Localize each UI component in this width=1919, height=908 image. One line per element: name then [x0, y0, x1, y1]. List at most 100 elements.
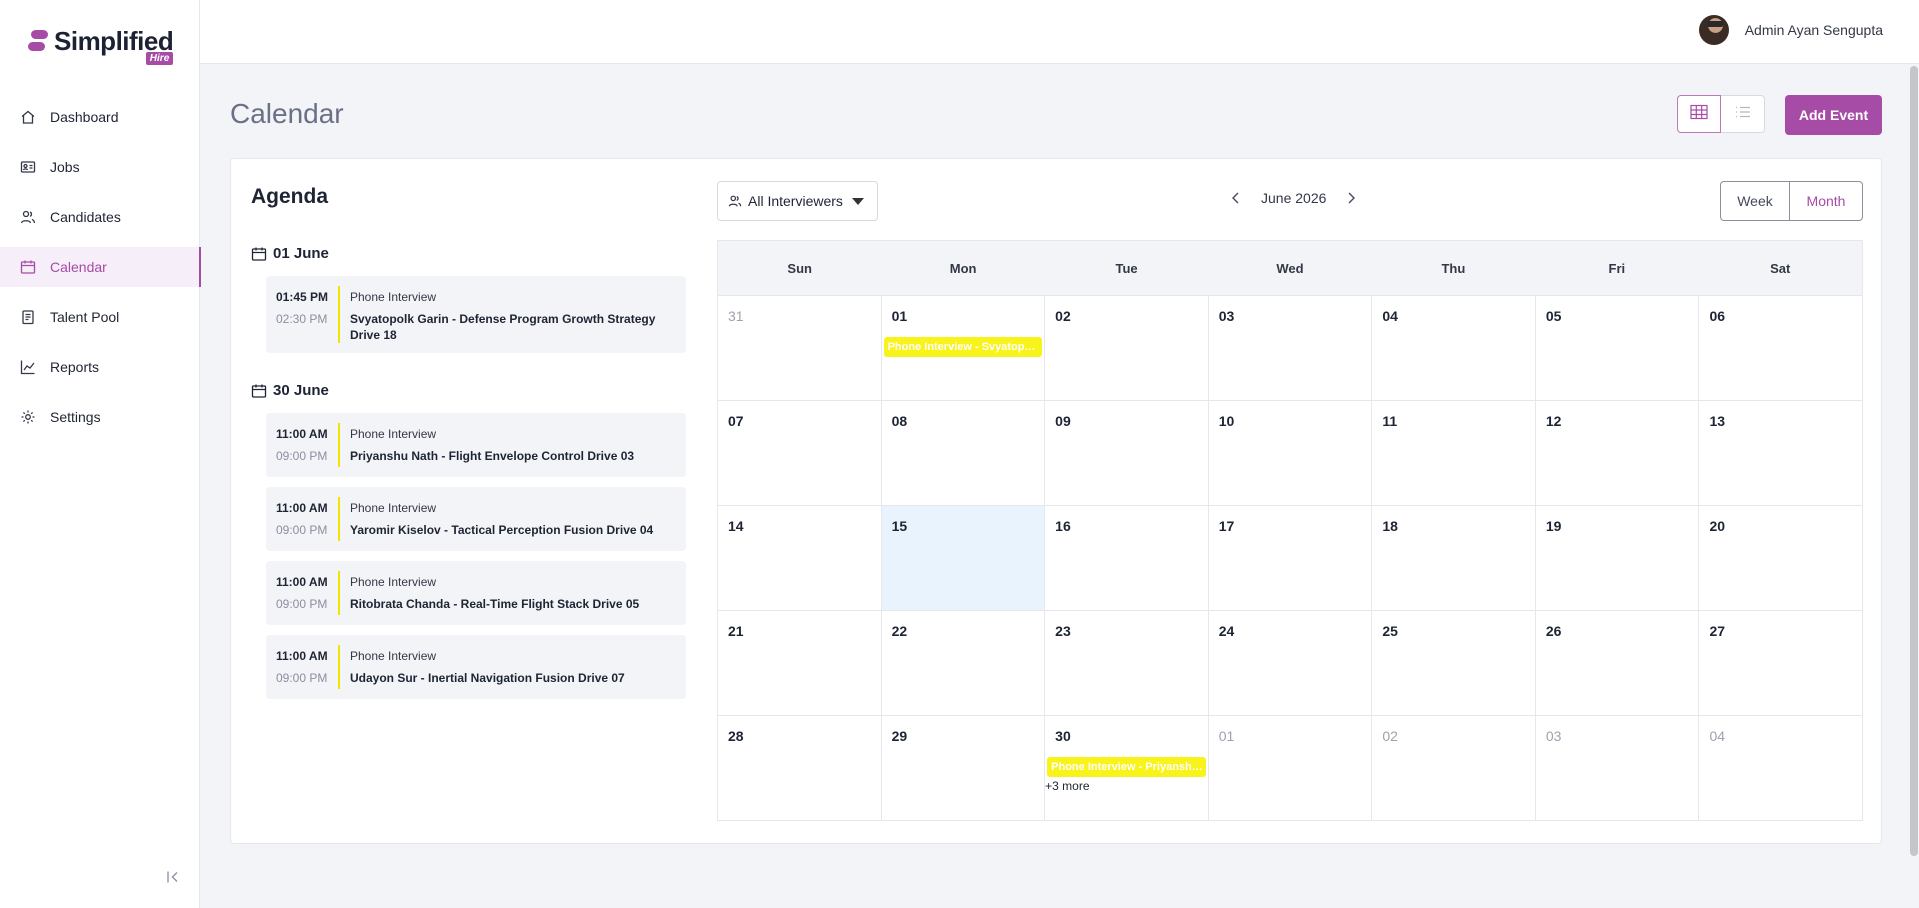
calendar-icon [19, 258, 37, 276]
day-number: 09 [1055, 413, 1071, 429]
agenda-item[interactable]: 11:00 AM 09:00 PM Phone Interview Ritobr… [266, 561, 686, 625]
week-row: 21 22 23 24 25 26 27 [718, 610, 1862, 715]
week-row: 28 29 30 Phone Interview - Priyanshu Nath +3… [718, 715, 1862, 820]
agenda-body: Phone Interview Svyatopolk Garin - Defen… [350, 286, 686, 343]
day-cell[interactable]: 30 Phone Interview - Priyanshu Nath +3 mor… [1044, 716, 1208, 820]
month-view-button[interactable]: Month [1790, 181, 1863, 221]
sidebar-item-settings[interactable]: Settings [0, 397, 200, 437]
interviewer-filter-label: All Interviewers [748, 193, 843, 209]
day-cell[interactable]: 19 [1534, 506, 1699, 610]
day-cell[interactable]: 26 [1534, 611, 1699, 715]
agenda-item[interactable]: 11:00 AM 09:00 PM Phone Interview Udayon… [266, 635, 686, 699]
day-cell[interactable]: 24 [1207, 611, 1372, 715]
agenda-body: Phone Interview Yaromir Kiselov - Tactic… [350, 497, 686, 541]
day-number: 15 [891, 518, 908, 534]
day-number: 01 [891, 308, 908, 324]
end-time: 09:00 PM [276, 523, 328, 537]
day-number: 13 [1709, 413, 1726, 429]
sidebar-item-jobs[interactable]: Jobs [0, 147, 200, 187]
event-title: Yaromir Kiselov - Tactical Perception Fu… [350, 523, 654, 537]
weekday-label: Tue [1115, 260, 1138, 276]
brand-logo[interactable]: Simplified Hire [28, 26, 174, 66]
day-cell[interactable]: 18 [1371, 506, 1535, 610]
agenda-body: Phone Interview Ritobrata Chanda - Real-… [350, 571, 686, 615]
day-cell[interactable]: 16 [1044, 506, 1208, 610]
user-menu[interactable]: Admin Ayan Sengupta [1698, 15, 1883, 45]
day-number: 17 [1218, 518, 1235, 534]
day-cell[interactable]: 22 [880, 611, 1045, 715]
weekday-label: Wed [1276, 260, 1304, 276]
day-cell[interactable]: 02 [1371, 716, 1535, 820]
event-chip[interactable]: Phone Interview - Priyanshu Nath [1047, 757, 1206, 777]
brand-tag: Hire [145, 52, 174, 65]
day-number: 14 [728, 518, 744, 534]
day-cell[interactable]: 31 [718, 296, 881, 400]
day-cell[interactable]: 01 [1207, 716, 1372, 820]
sidebar-nav: Dashboard Jobs Candidates Calendar Talen… [0, 97, 201, 447]
day-cell[interactable]: 03 [1534, 716, 1699, 820]
day-cell[interactable]: 09 [1044, 401, 1208, 505]
day-cell[interactable]: 14 [718, 506, 881, 610]
previous-month-icon[interactable] [1225, 187, 1247, 209]
next-month-icon[interactable] [1340, 187, 1362, 209]
day-cell[interactable]: 04 [1371, 296, 1535, 400]
day-number: 08 [891, 413, 908, 429]
calendar-card: Agenda 01 June 01:45 PM 02:30 PM Phone I… [230, 158, 1882, 844]
day-cell[interactable]: 08 [880, 401, 1045, 505]
day-cell[interactable]: 23 [1044, 611, 1208, 715]
day-number: 10 [1218, 413, 1235, 429]
interviewer-filter-dropdown[interactable]: All Interviewers [717, 181, 878, 221]
day-cell[interactable]: 05 [1534, 296, 1699, 400]
list-view-button[interactable] [1721, 95, 1765, 133]
agenda-item[interactable]: 11:00 AM 09:00 PM Phone Interview Priyan… [266, 413, 686, 477]
day-cell[interactable]: 27 [1698, 611, 1862, 715]
view-toggle [1677, 95, 1765, 133]
day-cell[interactable]: 06 [1698, 296, 1862, 400]
sidebar-item-dashboard[interactable]: Dashboard [0, 97, 200, 137]
day-cell[interactable]: 12 [1534, 401, 1699, 505]
sidebar-item-reports[interactable]: Reports [0, 347, 200, 387]
day-cell[interactable]: 28 [718, 716, 881, 820]
sidebar-item-calendar[interactable]: Calendar [0, 247, 201, 287]
event-chip[interactable]: Phone Interview - Svyatopolk Garin [883, 337, 1043, 357]
day-cell[interactable]: 17 [1207, 506, 1372, 610]
page-title: Calendar [230, 98, 344, 129]
day-cell[interactable]: 04 [1698, 716, 1862, 820]
day-cell[interactable]: 03 [1207, 296, 1372, 400]
agenda-item[interactable]: 01:45 PM 02:30 PM Phone Interview Svyato… [266, 276, 686, 353]
more-events-link[interactable]: +3 more [1045, 779, 1089, 793]
day-cell[interactable]: 25 [1371, 611, 1535, 715]
sidebar-item-label: Talent Pool [50, 309, 120, 325]
day-number: 20 [1709, 518, 1726, 534]
logo-icon [28, 30, 48, 52]
sidebar-item-talent-pool[interactable]: Talent Pool [0, 297, 200, 337]
day-number: 04 [1709, 728, 1726, 744]
add-event-button[interactable]: Add Event [1785, 95, 1882, 135]
collapse-sidebar-icon[interactable] [165, 869, 181, 885]
day-cell[interactable]: 01 Phone Interview - Svyatopolk Garin [880, 296, 1045, 400]
day-cell[interactable]: 20 [1698, 506, 1862, 610]
day-cell[interactable]: 10 [1207, 401, 1372, 505]
week-row: 14 15 16 17 18 19 20 [718, 505, 1862, 610]
agenda-date: 01 June [251, 245, 686, 262]
day-cell[interactable]: 07 [718, 401, 881, 505]
day-cell[interactable]: 21 [718, 611, 881, 715]
grid-view-button[interactable] [1677, 95, 1721, 133]
agenda-item[interactable]: 11:00 AM 09:00 PM Phone Interview Yaromi… [266, 487, 686, 551]
day-cell[interactable]: 11 [1371, 401, 1535, 505]
week-row: 31 01 Phone Interview - Svyatopolk Garin 02… [718, 295, 1862, 400]
day-cell[interactable]: 02 [1044, 296, 1208, 400]
day-number: 16 [1055, 518, 1071, 534]
week-view-button[interactable]: Week [1720, 181, 1790, 221]
day-cell[interactable]: 29 [880, 716, 1045, 820]
sidebar-item-label: Jobs [50, 159, 80, 175]
day-number: 24 [1218, 623, 1235, 639]
agenda-divider [338, 497, 340, 541]
day-cell-today[interactable]: 15 [880, 506, 1045, 610]
day-number: 02 [1382, 728, 1398, 744]
start-time: 11:00 AM [276, 575, 328, 589]
scrollbar-thumb[interactable] [1910, 66, 1918, 856]
sidebar-item-candidates[interactable]: Candidates [0, 197, 200, 237]
day-cell[interactable]: 13 [1698, 401, 1862, 505]
end-time: 09:00 PM [276, 449, 328, 463]
